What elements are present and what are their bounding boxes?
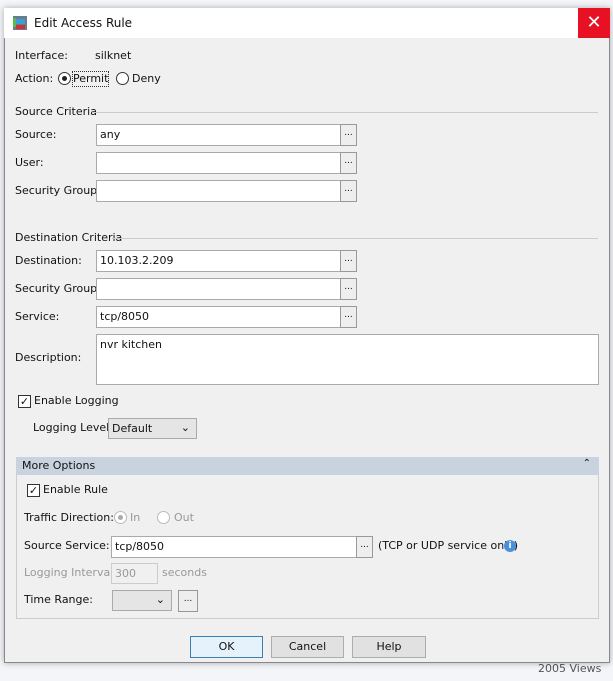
source-service-label: Source Service: — [24, 539, 110, 552]
permit-label[interactable]: Permit — [71, 71, 110, 87]
destination-criteria-heading: Destination Criteria — [15, 231, 123, 244]
user-browse-button[interactable]: ... — [340, 152, 357, 174]
enable-rule-label[interactable]: Enable Rule — [43, 483, 108, 497]
ok-button[interactable]: OK — [190, 636, 263, 658]
chevron-down-icon: ⌄ — [155, 593, 165, 606]
interface-label: Interface: — [15, 49, 68, 62]
logging-interval-input[interactable]: 300 — [111, 563, 158, 584]
divider — [112, 238, 598, 239]
source-security-group-label: Security Group: — [15, 184, 101, 197]
help-button[interactable]: Help — [352, 636, 426, 658]
destination-security-group-browse-button[interactable]: ... — [340, 278, 357, 300]
source-label: Source: — [15, 128, 57, 141]
more-options-header[interactable]: More Options ⌃ — [16, 457, 599, 475]
enable-logging-checkbox[interactable]: ✓ — [18, 395, 31, 408]
service-browse-button[interactable]: ... — [340, 306, 357, 328]
source-security-group-input[interactable] — [96, 180, 341, 202]
source-service-browse-button[interactable]: ... — [356, 536, 373, 558]
service-label: Service: — [15, 310, 60, 323]
deny-radio[interactable] — [116, 72, 129, 85]
app-icon — [13, 16, 27, 30]
traffic-out-label: Out — [174, 511, 194, 524]
user-input[interactable] — [96, 152, 341, 174]
destination-browse-button[interactable]: ... — [340, 250, 357, 272]
source-security-group-browse-button[interactable]: ... — [340, 180, 357, 202]
time-range-browse-button[interactable]: ... — [178, 590, 198, 612]
user-label: User: — [15, 156, 44, 169]
traffic-out-radio[interactable] — [157, 511, 170, 524]
more-options-heading: More Options — [22, 459, 96, 472]
destination-input[interactable]: 10.103.2.209 — [96, 250, 341, 272]
logging-level-label: Logging Level: — [33, 421, 113, 434]
source-service-note: (TCP or UDP service only) — [378, 539, 519, 552]
description-textarea[interactable]: nvr kitchen — [96, 334, 599, 385]
cancel-button[interactable]: Cancel — [271, 636, 344, 658]
time-range-select[interactable]: ⌄ — [112, 590, 172, 611]
logging-level-value: Default — [112, 422, 153, 435]
logging-interval-label: Logging Interval: — [24, 566, 117, 579]
divider — [92, 112, 598, 113]
source-browse-button[interactable]: ... — [340, 124, 357, 146]
traffic-in-radio[interactable] — [114, 511, 127, 524]
close-button[interactable]: ✕ — [578, 8, 610, 38]
source-service-input[interactable]: tcp/8050 — [111, 536, 357, 558]
source-input[interactable]: any — [96, 124, 341, 146]
destination-security-group-label: Security Group: — [15, 282, 101, 295]
logging-level-select[interactable]: Default ⌄ — [108, 418, 197, 439]
dialog-title: Edit Access Rule — [34, 16, 133, 30]
collapse-icon[interactable]: ⌃ — [583, 458, 591, 469]
action-label: Action: — [15, 72, 54, 85]
permit-radio[interactable] — [58, 72, 71, 85]
title-bar: Edit Access Rule — [4, 8, 610, 38]
time-range-label: Time Range: — [24, 593, 93, 606]
traffic-direction-label: Traffic Direction: — [24, 511, 114, 524]
interface-value: silknet — [95, 49, 132, 62]
logging-interval-unit: seconds — [162, 566, 207, 579]
enable-logging-label[interactable]: Enable Logging — [34, 394, 119, 408]
background-views-text: 2005 Views — [538, 662, 602, 675]
deny-label[interactable]: Deny — [132, 72, 161, 86]
enable-rule-checkbox[interactable]: ✓ — [27, 484, 40, 497]
chevron-down-icon: ⌄ — [180, 421, 190, 434]
destination-label: Destination: — [15, 254, 82, 267]
traffic-in-label: In — [130, 511, 141, 524]
destination-security-group-input[interactable] — [96, 278, 341, 300]
source-criteria-heading: Source Criteria — [15, 105, 97, 118]
info-icon[interactable]: i — [504, 540, 516, 552]
description-label: Description: — [15, 351, 82, 364]
service-input[interactable]: tcp/8050 — [96, 306, 341, 328]
